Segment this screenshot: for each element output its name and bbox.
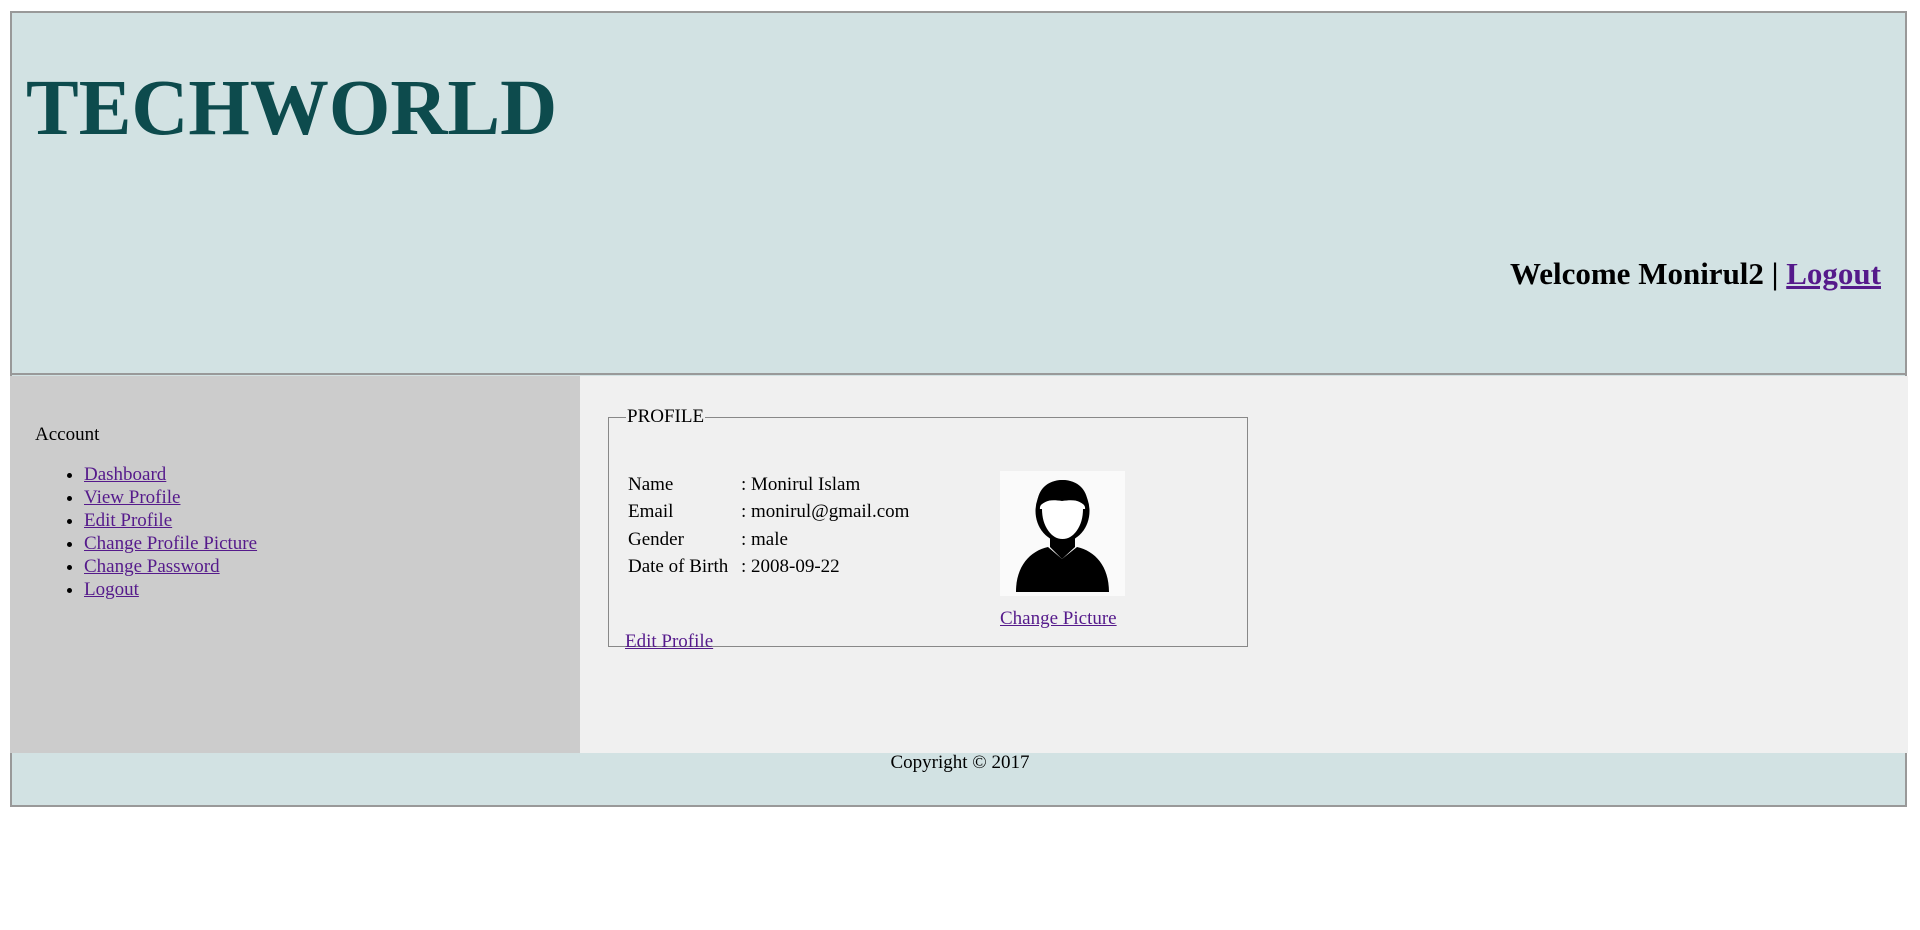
sidebar-heading: Account <box>35 424 100 445</box>
email-label: Email <box>628 501 674 523</box>
profile-row-dob: Date of Birth : 2008-09-22 <box>628 554 909 582</box>
header: TECHWORLD Welcome Monirul2 | Logout <box>10 11 1907 375</box>
user-silhouette-icon <box>1016 480 1109 592</box>
site-title: TECHWORLD <box>26 65 558 152</box>
header-logout-link[interactable]: Logout <box>1786 256 1881 291</box>
profile-legend: PROFILE <box>627 406 705 427</box>
edit-profile-link[interactable]: Edit Profile <box>84 510 172 531</box>
profile-row-email: Email : monirul@gmail.com <box>628 499 909 527</box>
main-content: PROFILE Name : Monirul Islam Email : mon… <box>580 376 1908 753</box>
sidebar-item-change-password: Change Password <box>84 555 257 578</box>
change-profile-picture-link[interactable]: Change Profile Picture <box>84 533 257 554</box>
dashboard-link[interactable]: Dashboard <box>84 464 166 485</box>
sidebar-item-dashboard: Dashboard <box>84 463 257 486</box>
change-picture-link[interactable]: Change Picture <box>1000 608 1117 630</box>
profile-fieldset: PROFILE Name : Monirul Islam Email : mon… <box>608 406 1248 652</box>
dob-label: Date of Birth <box>628 556 729 578</box>
profile-row-gender: Gender : male <box>628 526 909 554</box>
change-password-link[interactable]: Change Password <box>84 556 220 577</box>
sidebar-logout-link[interactable]: Logout <box>84 579 139 600</box>
avatar <box>1000 471 1125 596</box>
sidebar-item-logout: Logout <box>84 578 257 601</box>
footer-copyright: Copyright © 2017 <box>890 752 1030 773</box>
name-value: : Monirul Islam <box>741 473 861 495</box>
sidebar-menu: Dashboard View Profile Edit Profile Chan… <box>35 463 257 601</box>
welcome-bar: Welcome Monirul2 | Logout <box>1510 255 1881 292</box>
dob-value: : 2008-09-22 <box>741 556 840 578</box>
profile-row-name: Name : Monirul Islam <box>628 471 909 499</box>
view-profile-link[interactable]: View Profile <box>84 487 180 508</box>
welcome-text: Welcome Monirul2 | <box>1509 256 1779 291</box>
edit-profile-button[interactable]: Edit Profile <box>625 631 713 653</box>
email-value: : monirul@gmail.com <box>741 501 910 523</box>
sidebar-item-change-profile-picture: Change Profile Picture <box>84 532 257 555</box>
gender-value: : male <box>741 528 788 550</box>
sidebar: Account Dashboard View Profile Edit Prof… <box>10 376 580 753</box>
gender-label: Gender <box>628 528 684 550</box>
sidebar-item-view-profile: View Profile <box>84 486 257 509</box>
profile-info-table: Name : Monirul Islam Email : monirul@gma… <box>628 471 909 581</box>
sidebar-item-edit-profile: Edit Profile <box>84 509 257 532</box>
name-label: Name <box>628 473 674 495</box>
